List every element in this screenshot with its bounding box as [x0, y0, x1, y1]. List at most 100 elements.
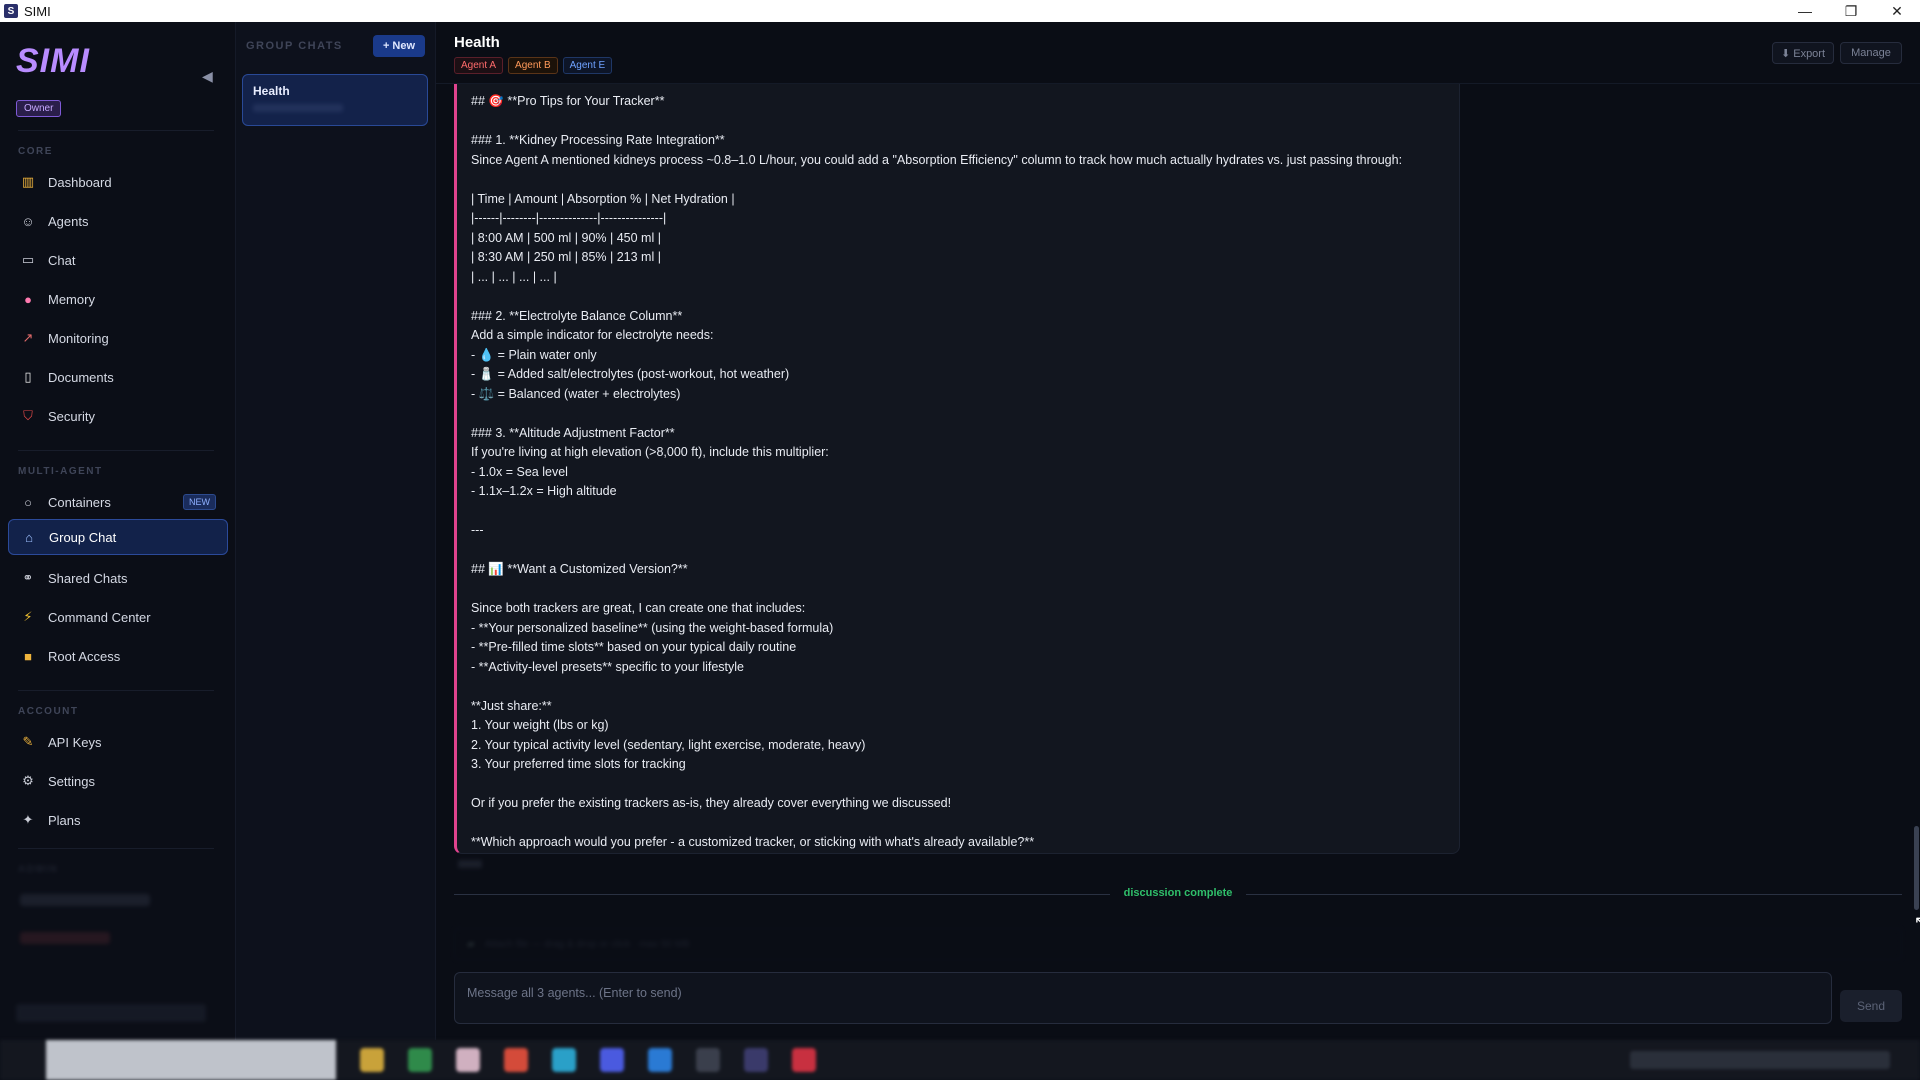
wrench-icon: ✎ [22, 734, 34, 749]
restore-icon[interactable]: ❐ [1828, 0, 1874, 22]
section-label-account: ACCOUNT [18, 706, 79, 717]
close-icon[interactable]: ✕ [1874, 0, 1920, 22]
message-line: Add a simple indicator for electrolyte n… [471, 328, 714, 342]
divider-line [454, 894, 1110, 895]
message-timestamp [458, 860, 482, 868]
sidebar-item-label: Agents [48, 213, 89, 229]
sidebar-item-label: Documents [48, 369, 114, 385]
sidebar-item-label: Security [48, 408, 95, 424]
system-tray[interactable] [1630, 1051, 1890, 1069]
message-line: **Just share:** [471, 698, 552, 713]
app-icon[interactable] [552, 1048, 576, 1072]
message-line: If you're living at high elevation (>8,0… [471, 445, 829, 459]
send-button[interactable]: Send [1840, 990, 1902, 1022]
sidebar-item-label: API Keys [48, 734, 102, 750]
collapse-sidebar-icon[interactable]: ◀ [202, 68, 213, 85]
mouse-cursor-icon: ↖ [1914, 912, 1920, 932]
sidebar-item-plans[interactable]: ✦ Plans [8, 802, 228, 838]
agent-tags: Agent A Agent B Agent E [454, 57, 613, 74]
message-line: Since Agent A mentioned kidneys process … [471, 152, 1403, 167]
message-line: | Time | Amount | Absorption % | Net Hyd… [471, 191, 735, 206]
scrollbar-thumb[interactable] [1914, 826, 1919, 910]
agent-tag: Agent B [508, 57, 558, 74]
message-line: **Which approach would you prefer - a cu… [471, 835, 1035, 849]
sidebar-item-chat[interactable]: ▭ Chat [8, 242, 228, 278]
lock-icon: ■ [24, 648, 32, 664]
chart-icon: ▥ [21, 174, 35, 189]
agent-message: ## 🎯 **Pro Tips for Your Tracker** ### 1.… [454, 84, 1460, 854]
app-icon: S [4, 4, 18, 18]
agent-tag: Agent A [454, 57, 504, 74]
message-input[interactable]: Message all 3 agents... (Enter to send) [454, 972, 1832, 1024]
app-icon[interactable] [744, 1048, 768, 1072]
sidebar-item-shared-chats[interactable]: ⚭ Shared Chats [8, 560, 228, 596]
sidebar-item-label: Plans [48, 812, 81, 828]
sidebar-item-label: Dashboard [48, 174, 112, 190]
sidebar-item-settings[interactable]: ⚙ Settings [8, 763, 228, 799]
message-line: Since both trackers are great, I can cre… [471, 601, 806, 615]
browser-icon[interactable] [504, 1048, 528, 1072]
section-divider [18, 450, 214, 451]
sidebar-item-root-access[interactable]: ■ Root Access [8, 638, 228, 674]
attach-file-dropzone[interactable]: ▰ Attach file — drag & drop or click · m… [454, 928, 1902, 960]
minimize-icon[interactable]: — [1782, 0, 1828, 22]
sidebar-item-containers[interactable]: ○ Containers NEW [8, 484, 228, 520]
sidebar-item-monitoring[interactable]: ↗ Monitoring [8, 320, 228, 356]
section-label-multi-agent: MULTI-AGENT [18, 466, 103, 477]
sparkle-icon: ✦ [22, 812, 34, 827]
sidebar-item-api-keys[interactable]: ✎ API Keys [8, 724, 228, 760]
sidebar-item-group-chat[interactable]: ⌂ Group Chat [8, 519, 228, 555]
discussion-status-label: discussion complete [1123, 887, 1233, 899]
folder-icon[interactable] [360, 1048, 384, 1072]
sidebar-item-documents[interactable]: ▯ Documents [8, 359, 228, 395]
export-button[interactable]: ⬇ Export [1772, 42, 1834, 64]
trend-icon: ↗ [22, 330, 34, 345]
message-line: - 🧂 = Added salt/electrolytes (post-work… [471, 367, 790, 381]
message-line: - **Your personalized baseline** (using … [471, 620, 834, 635]
role-badge: Owner [16, 100, 62, 117]
shield-icon: ⛉ [23, 408, 33, 423]
chat-icon: ▭ [21, 252, 35, 267]
brain-icon: ● [24, 291, 32, 307]
sidebar-item-label: Settings [48, 773, 95, 789]
message-line: | 8:00 AM | 500 ml | 90% | 450 ml | [471, 230, 661, 245]
home-icon: ⌂ [25, 529, 33, 545]
section-divider [18, 690, 214, 691]
sidebar-item-agents[interactable]: ☺ Agents [8, 203, 228, 239]
sidebar-item-dashboard[interactable]: ▥ Dashboard [8, 164, 228, 200]
message-line: ## 📊 **Want a Customized Version?** [471, 562, 688, 576]
app-logo[interactable]: SIMI [16, 42, 90, 81]
os-taskbar [0, 1040, 1920, 1080]
attach-placeholder: Attach file — drag & drop or click · max… [484, 938, 690, 950]
app-icon[interactable] [408, 1048, 432, 1072]
sidebar-item-command-center[interactable]: ⚡ Command Center [8, 599, 228, 635]
app-icon[interactable] [696, 1048, 720, 1072]
app-icon[interactable] [792, 1048, 816, 1072]
sidebar-item-memory[interactable]: ● Memory [8, 281, 228, 317]
sidebar-item-label: Monitoring [48, 330, 109, 346]
app-icon[interactable] [600, 1048, 624, 1072]
message-line: ### 3. **Altitude Adjustment Factor** [471, 425, 675, 440]
app-icon[interactable] [456, 1048, 480, 1072]
editor-icon[interactable] [648, 1048, 672, 1072]
group-chat-item-health[interactable]: Health [242, 74, 428, 126]
folder-icon: ▰ [467, 938, 475, 950]
chat-header: Health Agent A Agent B Agent E ⬇ Export … [436, 22, 1920, 84]
group-chat-meta [253, 104, 343, 112]
discussion-status-divider: discussion complete [454, 886, 1902, 902]
message-line: - ⚖️ = Balanced (water + electrolytes) [471, 386, 681, 401]
lightning-icon: ⚡ [23, 609, 33, 624]
manage-button[interactable]: Manage [1840, 42, 1902, 64]
taskbar-search[interactable] [46, 1040, 336, 1080]
main-chat-area: Health Agent A Agent B Agent E ⬇ Export … [436, 22, 1920, 1040]
sidebar-item-label: Root Access [48, 648, 121, 664]
message-line: 2. Your typical activity level (sedentar… [471, 737, 866, 752]
message-line: - **Pre-filled time slots** based on you… [471, 640, 797, 654]
agent-tag: Agent E [562, 57, 613, 74]
window-titlebar: S SIMI — ❐ ✕ [0, 0, 1920, 22]
sidebar-item-label: Memory [48, 291, 95, 307]
sidebar-item-label: Command Center [48, 609, 151, 625]
sidebar-item-security[interactable]: ⛉ Security [8, 398, 228, 434]
new-group-chat-button[interactable]: + New [373, 35, 425, 57]
message-line: - 1.1x–1.2x = High altitude [471, 484, 617, 498]
